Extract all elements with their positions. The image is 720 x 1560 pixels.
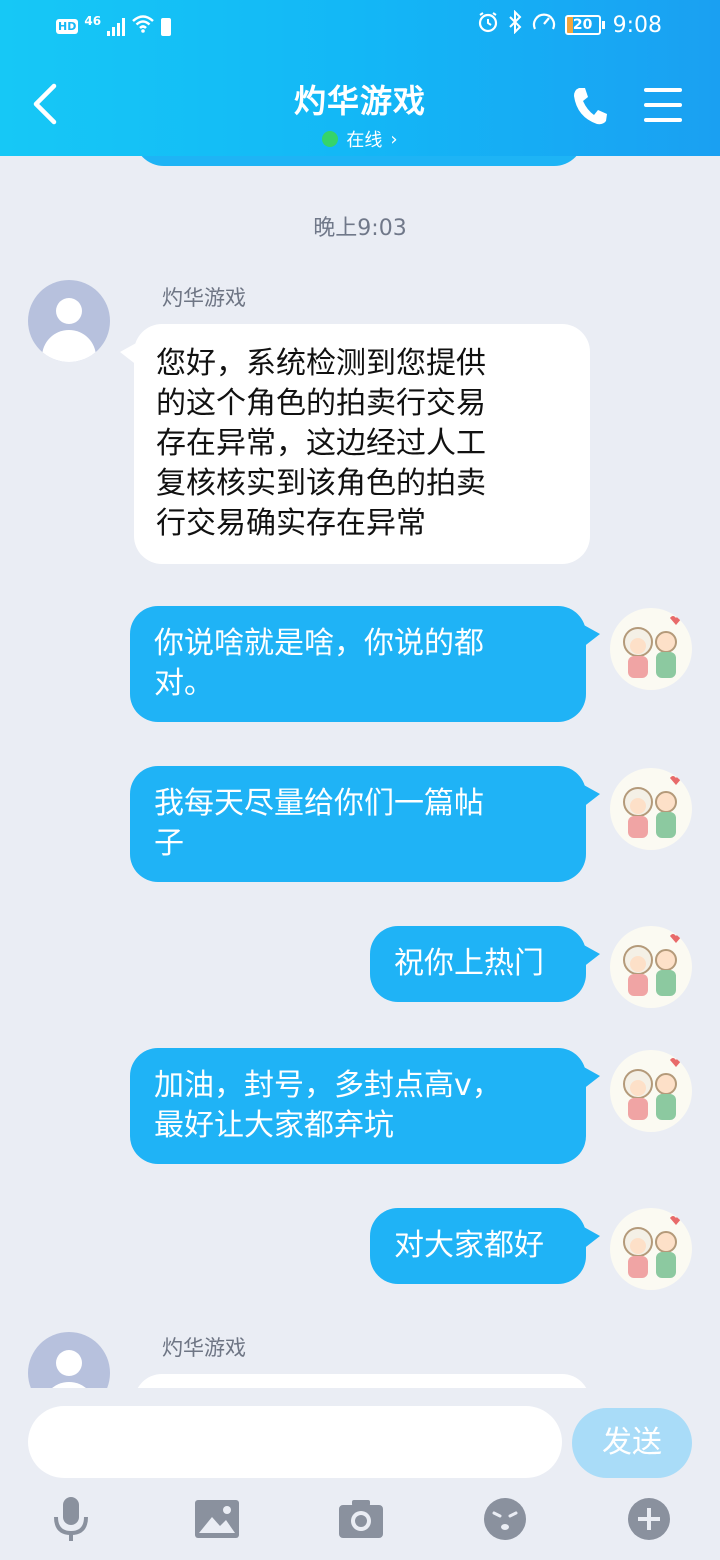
message-line: 的这个角色的拍卖行交易 (156, 386, 486, 421)
sender-name: 灼华游戏 (162, 1336, 246, 1360)
menu-line (644, 118, 682, 122)
message-bubble-incoming[interactable] (134, 1374, 590, 1388)
message-line: 对大家都好 (394, 1228, 544, 1263)
status-right: 20 9:08 (477, 9, 662, 40)
message-line: 最好让大家都弃坑 (154, 1108, 394, 1143)
menu-line (644, 103, 682, 107)
avatar-head (56, 298, 82, 324)
chevron-right-icon: › (390, 128, 398, 150)
message-bubble-outgoing[interactable]: 你说啥就是啥，你说的都 对。 (130, 606, 600, 722)
message-input[interactable] (28, 1406, 562, 1478)
status-bar: HD 46 20 9:08 (0, 0, 720, 56)
contact-avatar[interactable] (28, 1332, 110, 1388)
my-avatar[interactable] (610, 768, 692, 850)
emoji-icon (484, 1498, 526, 1540)
message-line: 子 (154, 826, 184, 861)
bluetooth-icon (507, 9, 523, 40)
image-button[interactable] (192, 1494, 242, 1544)
more-button[interactable] (624, 1494, 674, 1544)
call-button[interactable] (570, 84, 610, 128)
elderly-couple-avatar-icon (623, 934, 682, 996)
my-avatar[interactable] (610, 608, 692, 690)
alarm-icon (477, 11, 499, 39)
signal-icon (107, 17, 126, 36)
app-header: HD 46 20 9:08 灼华游戏 在线 › (0, 0, 720, 156)
presence-label: 在线 (346, 130, 383, 151)
data-saver-icon (531, 11, 557, 39)
image-icon (195, 1500, 239, 1538)
presence-status[interactable]: 在线 › (322, 126, 398, 152)
message-line: 对。 (154, 666, 214, 701)
sender-name: 灼华游戏 (162, 286, 246, 310)
elderly-couple-avatar-icon (623, 776, 682, 838)
camera-button[interactable] (336, 1494, 386, 1544)
message-timestamp: 晚上9:03 (313, 216, 407, 241)
emoji-button[interactable] (480, 1494, 530, 1544)
message-line: 行交易确实存在异常 (156, 506, 426, 541)
message-bubble-incoming[interactable]: 您好，系统检测到您提供 的这个角色的拍卖行交易 存在异常，这边经过人工 复核核实… (120, 324, 590, 564)
voice-button[interactable] (46, 1494, 96, 1544)
chat-title-area[interactable]: 灼华游戏 在线 › (0, 76, 720, 152)
message-line: 祝你上热门 (394, 946, 544, 981)
page-title: 灼华游戏 (293, 82, 426, 120)
battery-icon: 20 (564, 15, 605, 35)
my-avatar[interactable] (610, 1050, 692, 1132)
message-bubble-outgoing[interactable]: 对大家都好 (370, 1208, 600, 1284)
input-bar: 发送 (0, 1388, 720, 1560)
phone-icon (574, 88, 607, 125)
menu-line (644, 88, 682, 92)
elderly-couple-avatar-icon (623, 1058, 682, 1120)
battery-saver-icon (161, 17, 172, 36)
wifi-icon (131, 14, 155, 39)
clock: 9:08 (612, 12, 662, 38)
status-left: HD 46 (56, 13, 172, 39)
message-line: 加油，封号，多封点高v， (154, 1068, 502, 1103)
my-avatar[interactable] (610, 1208, 692, 1290)
network-type: 46 (84, 13, 102, 28)
plus-icon (628, 1498, 670, 1540)
elderly-couple-avatar-icon (623, 1216, 682, 1278)
message-list[interactable]: 晚上9:03 灼华游戏 您好，系统检测到您提供 的这个角色的拍卖行交易 存在异常… (0, 156, 720, 1388)
contact-avatar[interactable] (28, 280, 110, 362)
avatar-body (42, 330, 96, 362)
message-line: 您好，系统检测到您提供 (156, 346, 486, 381)
menu-button[interactable] (644, 88, 682, 122)
send-button[interactable]: 发送 (572, 1408, 692, 1478)
elderly-couple-avatar-icon (623, 616, 682, 678)
avatar-head (56, 1350, 82, 1376)
message-bubble-outgoing[interactable]: 加油，封号，多封点高v， 最好让大家都弃坑 (130, 1048, 600, 1164)
message-line: 我每天尽量给你们一篇帖 (154, 786, 484, 821)
message-line: 你说啥就是啥，你说的都 (154, 626, 484, 661)
camera-icon (339, 1500, 383, 1538)
my-avatar[interactable] (610, 926, 692, 1008)
battery-level: 20 (564, 15, 601, 35)
message-bubble-outgoing[interactable]: 我每天尽量给你们一篇帖 子 (130, 766, 600, 882)
mic-icon (54, 1497, 88, 1541)
online-dot-icon (322, 131, 339, 147)
message-line: 存在异常，这边经过人工 (156, 426, 486, 461)
previous-message-bubble (134, 156, 584, 166)
message-line: 复核核实到该角色的拍卖 (156, 466, 486, 501)
hd-badge: HD (56, 19, 79, 34)
battery-tip (601, 21, 605, 29)
message-bubble-outgoing[interactable]: 祝你上热门 (370, 926, 600, 1002)
